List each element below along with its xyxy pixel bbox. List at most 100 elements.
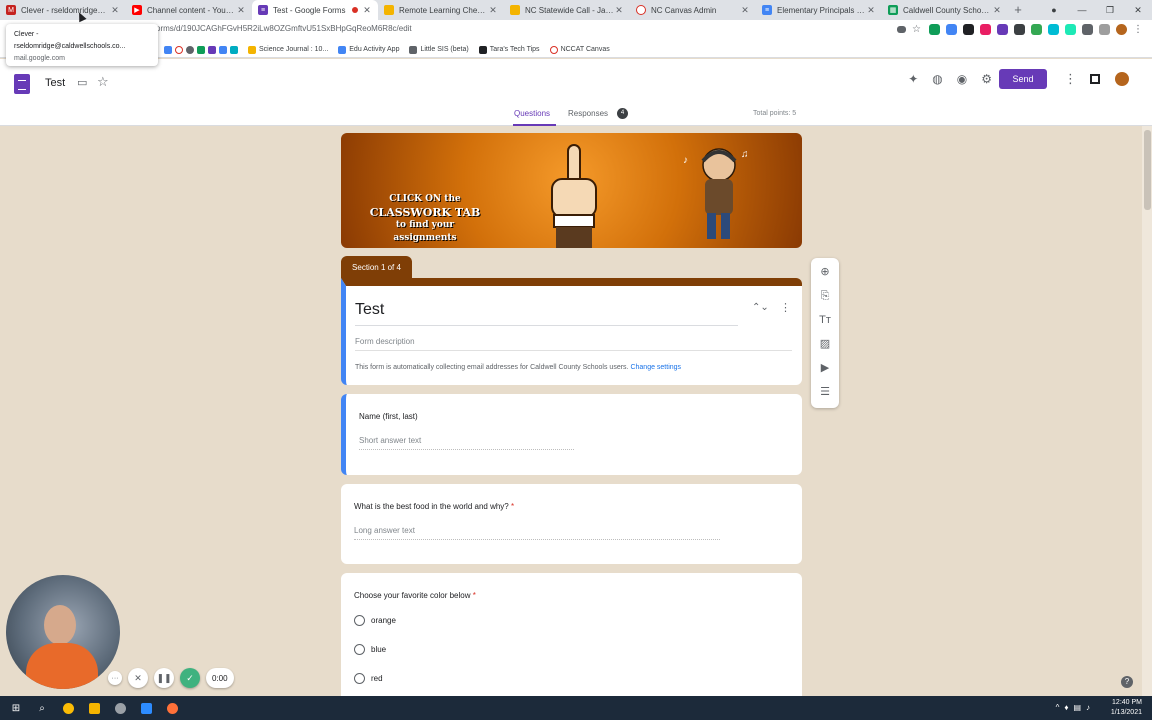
file-explorer-icon[interactable] <box>84 696 104 720</box>
form-title-input[interactable]: Test <box>355 301 384 319</box>
add-section-icon[interactable]: ☰ <box>820 384 830 400</box>
calendar-icon[interactable] <box>164 45 172 54</box>
extension-icon[interactable] <box>1031 24 1042 35</box>
recorder-finish-icon[interactable]: ✓ <box>180 668 200 688</box>
extension-icon[interactable] <box>208 45 216 54</box>
firefox-icon[interactable] <box>162 696 182 720</box>
close-icon[interactable]: ✕ <box>992 5 1002 16</box>
collapse-icon[interactable]: ⌃⌄ <box>752 302 769 313</box>
extension-icon[interactable] <box>946 24 957 35</box>
browser-tab-statewide-call[interactable]: NC Statewide Call - January ✕ <box>504 0 630 20</box>
network-icon[interactable]: ▤ <box>1073 703 1081 712</box>
change-settings-link[interactable]: Change settings <box>630 364 681 371</box>
minimize-icon[interactable]: — <box>1068 0 1096 20</box>
extension-icon[interactable] <box>929 24 940 35</box>
apps-icon[interactable] <box>1090 74 1100 84</box>
extension-icon[interactable] <box>997 24 1008 35</box>
help-icon[interactable]: ? <box>1121 676 1133 688</box>
send-button[interactable]: Send <box>999 69 1047 89</box>
window-close-icon[interactable]: ✕ <box>1124 0 1152 20</box>
bookmark-edu-activity[interactable]: Edu Activity App <box>338 45 399 54</box>
puzzle-icon[interactable] <box>1099 24 1110 35</box>
star-icon[interactable]: ☆ <box>912 24 923 35</box>
profile-avatar[interactable] <box>1116 24 1127 35</box>
import-questions-icon[interactable]: ⎘ <box>821 288 830 304</box>
close-icon[interactable]: ✕ <box>236 5 246 16</box>
canvas-icon[interactable] <box>175 45 183 54</box>
page-scrollbar[interactable] <box>1142 126 1152 696</box>
windows-start-icon[interactable]: ⊞ <box>6 696 26 720</box>
add-video-icon[interactable]: ▶ <box>821 360 829 376</box>
extension-icon[interactable] <box>230 45 238 54</box>
question-card-favorite-color[interactable]: Choose your favorite color below * orang… <box>341 573 802 696</box>
option-blue[interactable]: blue <box>354 644 386 655</box>
bookmark-taras-tech-tips[interactable]: Tara's Tech Tips <box>478 45 540 54</box>
system-clock[interactable]: 12:40 PM 1/13/2021 <box>1111 698 1142 718</box>
preview-eye-icon[interactable]: ◉ <box>957 72 967 86</box>
url-text[interactable]: orms/d/190JCAGhFGvH5R2iLw8OZGmftvU51SxBH… <box>156 24 412 33</box>
more-options-icon[interactable]: ⋮ <box>1064 71 1077 87</box>
recorder-pause-icon[interactable]: ❚❚ <box>154 668 174 688</box>
extension-icon[interactable] <box>1048 24 1059 35</box>
scrollbar-thumb[interactable] <box>1144 130 1151 210</box>
app-icon[interactable] <box>110 696 130 720</box>
extension-icon[interactable] <box>219 45 227 54</box>
tab-responses[interactable]: Responses <box>568 109 608 118</box>
camera-icon[interactable] <box>897 26 906 33</box>
chevron-up-icon[interactable]: ^ <box>1056 703 1060 712</box>
restore-icon[interactable]: ❐ <box>1096 0 1124 20</box>
google-forms-logo-icon[interactable] <box>14 74 30 94</box>
add-question-icon[interactable]: ⊕ <box>820 264 829 280</box>
browser-tab-google-forms[interactable]: ≡ Test - Google Forms ✕ <box>252 0 378 20</box>
addon-puzzle-icon[interactable]: ✦ <box>908 72 918 86</box>
bookmark-science-journal[interactable]: Science Journal : 10... <box>248 45 328 54</box>
option-red[interactable]: red <box>354 673 383 684</box>
radio-button[interactable] <box>354 673 365 684</box>
extension-icon[interactable] <box>1082 24 1093 35</box>
close-icon[interactable]: ✕ <box>614 5 624 16</box>
radio-button[interactable] <box>354 644 365 655</box>
form-title-card[interactable]: Test ⌃⌄ ⋮ Form description This form is … <box>341 278 802 385</box>
search-icon[interactable]: ⌕ <box>32 696 52 720</box>
close-icon[interactable]: ✕ <box>488 5 498 16</box>
bookmark-nccat-canvas[interactable]: NCCAT Canvas <box>549 45 610 54</box>
browser-tab-clever[interactable]: M Clever - rseldomridge@calc ✕ <box>0 0 126 20</box>
extension-icon[interactable] <box>197 45 205 54</box>
form-description-input[interactable]: Form description <box>355 337 415 346</box>
microphone-icon[interactable]: ♦ <box>1064 703 1068 712</box>
recorder-cancel-icon[interactable]: ✕ <box>128 668 148 688</box>
browser-tab-caldwell-schools[interactable]: ▦ Caldwell County Schools - ✕ <box>882 0 1008 20</box>
tab-questions[interactable]: Questions <box>514 109 550 118</box>
profile-icon[interactable]: ● <box>1040 0 1068 20</box>
more-icon[interactable]: ⋮ <box>1133 24 1144 35</box>
volume-icon[interactable]: ♪ <box>1086 703 1090 712</box>
add-title-icon[interactable]: Tт <box>819 312 831 328</box>
extension-icon[interactable] <box>963 24 974 35</box>
chrome-icon[interactable] <box>58 696 78 720</box>
question-card-best-food[interactable]: What is the best food in the world and w… <box>341 484 802 564</box>
close-icon[interactable]: ✕ <box>866 5 876 16</box>
close-icon[interactable]: ✕ <box>740 5 750 16</box>
zoom-icon[interactable] <box>136 696 156 720</box>
new-tab-button[interactable]: + <box>1008 0 1028 20</box>
folder-icon[interactable]: ▭ <box>77 76 87 89</box>
close-icon[interactable]: ✕ <box>110 5 120 16</box>
option-orange[interactable]: orange <box>354 615 396 626</box>
question-card-name[interactable]: Name (first, last) Short answer text <box>341 394 802 475</box>
extension-icon[interactable] <box>1065 24 1076 35</box>
extension-icon[interactable] <box>1014 24 1025 35</box>
recorder-more-icon[interactable]: ··· <box>108 671 122 685</box>
document-title[interactable]: Test <box>45 77 65 89</box>
account-avatar[interactable] <box>1115 72 1129 86</box>
settings-icon[interactable] <box>186 45 194 54</box>
star-icon[interactable]: ☆ <box>97 74 109 90</box>
add-image-icon[interactable]: ▨ <box>820 336 830 352</box>
gear-icon[interactable]: ⚙ <box>981 72 992 86</box>
browser-tab-youtube[interactable]: ▶ Channel content - YouTube ✕ <box>126 0 252 20</box>
browser-tab-principals-work[interactable]: ≡ Elementary Principals Work ✕ <box>756 0 882 20</box>
extension-icon[interactable] <box>980 24 991 35</box>
radio-button[interactable] <box>354 615 365 626</box>
browser-tab-checklist[interactable]: Remote Learning Checklist ✕ <box>378 0 504 20</box>
palette-icon[interactable]: ◍ <box>932 72 942 86</box>
bookmark-little-sis[interactable]: Little SIS (beta) <box>409 45 469 54</box>
